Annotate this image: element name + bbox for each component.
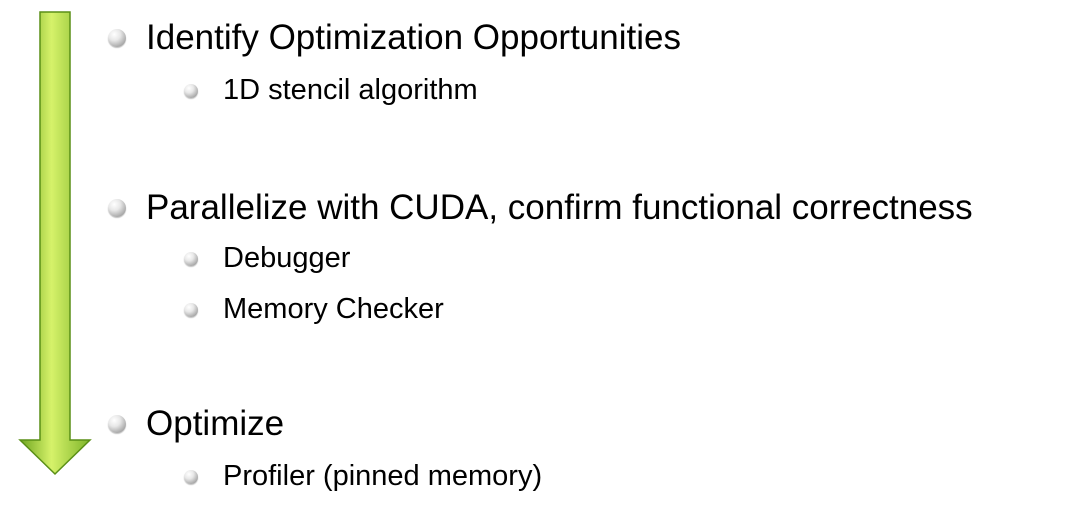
substep-stencil-text: 1D stencil algorithm <box>223 74 478 106</box>
step-optimize: Optimize <box>108 404 284 444</box>
step-optimize-text: Optimize <box>146 404 285 443</box>
bullet-icon <box>108 29 126 47</box>
substep-stencil: 1D stencil algorithm <box>184 74 478 107</box>
bullet-icon <box>184 83 198 98</box>
outline-list: Identify Optimization Opportunities 1D s… <box>0 0 1070 510</box>
substep-profiler: Profiler (pinned memory) <box>184 460 542 493</box>
bullet-icon <box>108 415 126 433</box>
step-parallelize: Parallelize with CUDA, confirm functiona… <box>108 188 973 228</box>
bullet-icon <box>184 251 198 266</box>
substep-debugger: Debugger <box>184 242 350 275</box>
substep-debugger-text: Debugger <box>223 242 351 274</box>
bullet-icon <box>184 302 198 317</box>
step-identify-text: Identify Optimization Opportunities <box>146 18 681 57</box>
substep-memory-checker-text: Memory Checker <box>223 293 444 325</box>
step-identify: Identify Optimization Opportunities <box>108 18 681 58</box>
step-parallelize-text: Parallelize with CUDA, confirm functiona… <box>146 188 973 227</box>
bullet-icon <box>108 199 126 217</box>
substep-profiler-text: Profiler (pinned memory) <box>223 460 543 492</box>
bullet-icon <box>184 469 198 484</box>
substep-memory-checker: Memory Checker <box>184 293 444 326</box>
